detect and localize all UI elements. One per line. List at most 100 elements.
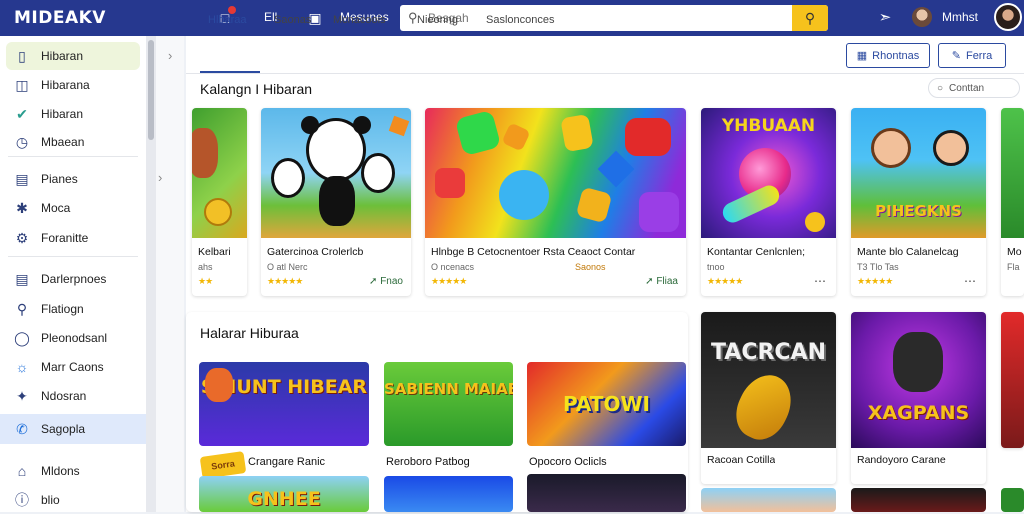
- rating-stars: ★★★★★: [267, 276, 303, 286]
- tab-mcnacoois[interactable]: Mcnacoois: [333, 14, 386, 26]
- coin-icon: [805, 212, 825, 232]
- sidebar-item-foranitte[interactable]: ⚙ Foranitte: [6, 224, 140, 252]
- check-icon: ✔: [16, 105, 28, 122]
- game-card[interactable]: YHBUAAN Kontantar Cenlcnlen; tnoo ★★★★★ …: [701, 108, 836, 296]
- sidebar-item-label: Pianes: [41, 172, 78, 186]
- game-thumbnail: [261, 108, 411, 238]
- game-card[interactable]: [1001, 312, 1024, 448]
- sidebar-item-pianes[interactable]: ▤ Pianes: [6, 165, 140, 193]
- chevron-right-icon[interactable]: ›: [158, 170, 162, 185]
- list-icon: ▤: [15, 170, 29, 187]
- rhontnas-button[interactable]: ▦ Rhontnas: [846, 43, 930, 68]
- sidebar-item-hibarana[interactable]: ◫ Hibarana: [6, 71, 140, 99]
- game-tile[interactable]: [851, 488, 986, 512]
- gear-icon: ✱: [16, 199, 28, 216]
- game-title: Randoyoro Carane: [857, 454, 946, 466]
- character-art: [871, 128, 911, 168]
- game-meta: ahs: [198, 262, 213, 272]
- game-tile[interactable]: [701, 488, 836, 512]
- sidebar-item-moca[interactable]: ✱ Moca: [6, 194, 140, 222]
- sidebar-item-ndosran[interactable]: ✦ Ndosran: [6, 382, 140, 410]
- tab-saonas[interactable]: Saonas: [274, 14, 311, 26]
- sidebar-item-hibaran[interactable]: ▯ Hibaran: [6, 42, 140, 70]
- home-icon: ⌂: [17, 463, 27, 479]
- gem-art: [501, 122, 531, 152]
- sidebar-item-sagopla[interactable]: ✆ Sagopla: [0, 414, 146, 444]
- user-name[interactable]: Mmhst: [942, 10, 978, 24]
- game-tile[interactable]: SAIUNT HIBEAR: [199, 362, 369, 446]
- game-tile[interactable]: PATOWI: [527, 362, 686, 446]
- search-button[interactable]: ⚲: [792, 5, 828, 31]
- sidebar-item-label: Foranitte: [41, 231, 89, 245]
- more-options-icon[interactable]: ⋯: [964, 274, 976, 288]
- game-tile[interactable]: [384, 476, 513, 512]
- search-bar: ⚲ ⚲: [400, 5, 828, 31]
- user-avatar[interactable]: [912, 7, 932, 27]
- sidebar-item-hibaran-2[interactable]: ✔ Hibaran: [6, 100, 140, 128]
- chevron-right-icon[interactable]: ›: [168, 48, 172, 63]
- tab-nieonng[interactable]: Nieonng: [417, 14, 458, 26]
- game-tile[interactable]: [527, 474, 686, 512]
- sidebar-item-label: Mldons: [41, 464, 80, 478]
- tag-icon: ⚙: [15, 229, 29, 246]
- decor-art: [388, 115, 410, 137]
- game-meta: O ncenacs: [431, 262, 475, 272]
- game-logo-text: GNHEE: [247, 488, 321, 510]
- share-icon[interactable]: ➣: [876, 9, 894, 27]
- bookmark-icon: ▯: [18, 47, 26, 64]
- play-link[interactable]: ➚ Fnao: [369, 276, 403, 287]
- panda-small-art: [271, 158, 305, 198]
- sidebar-item-flatiogn[interactable]: ⚲ Flatiogn: [6, 295, 140, 323]
- game-card[interactable]: Kelbari ahs ★★: [192, 108, 247, 296]
- game-logo-text: SABIENN MAIAEE: [384, 380, 513, 398]
- search-icon: ⚲: [804, 9, 816, 26]
- game-card[interactable]: PIHEGKNS Mante blo Calanelcag T3 Tlo Tas…: [851, 108, 986, 296]
- sidebar-item-mldons[interactable]: ⌂ Mldons: [6, 457, 140, 485]
- sidebar-item-blio[interactable]: ⓘ blio: [6, 486, 140, 514]
- sidebar-item-darlerpnoes[interactable]: ▤ Darlerpnoes: [6, 265, 140, 293]
- tile-label[interactable]: Opocoro Oclicls: [529, 456, 607, 468]
- tile-label[interactable]: Crangare Ranic: [248, 456, 325, 468]
- tab-saslonconces[interactable]: Saslonconces: [486, 14, 555, 26]
- game-tile[interactable]: SABIENN MAIAEE: [384, 362, 513, 446]
- game-tile[interactable]: GNHEE: [199, 476, 369, 512]
- game-card[interactable]: Gatercinoa Crolerlcb O atl Nerc ★★★★★ ➚ …: [261, 108, 411, 296]
- ferra-button[interactable]: ✎ Ferra: [938, 43, 1006, 68]
- game-card[interactable]: Hlnbge B Cetocnentoer Rsta Ceaoct Contar…: [425, 108, 686, 296]
- sidebar-item-marr-caons[interactable]: ☼ Marr Caons: [6, 353, 140, 381]
- sidebar-item-mbaean[interactable]: ◷ Mbaean: [6, 128, 140, 156]
- sidebar-item-pleonodsanl[interactable]: ◯ Pleonodsanl: [6, 324, 140, 352]
- collapse-column: [156, 36, 184, 512]
- profile-avatar[interactable]: [994, 3, 1022, 31]
- play-link[interactable]: ➚ Fliaa: [645, 276, 678, 287]
- circle-icon: ○: [937, 82, 944, 94]
- game-logo-text: YHBUAAN: [721, 116, 816, 136]
- scrollbar-thumb[interactable]: [148, 40, 154, 140]
- sidebar-item-label: Mbaean: [41, 135, 85, 149]
- filter-chip[interactable]: ○ Conttan: [928, 78, 1020, 98]
- search-input[interactable]: [400, 5, 792, 31]
- game-title: Racoan Cotilla: [707, 454, 776, 466]
- game-meta: T3 Tlo Tas: [857, 262, 899, 272]
- game-card[interactable]: Mo Fla: [1001, 108, 1024, 296]
- sidebar-item-label: Marr Caons: [41, 360, 104, 374]
- info-icon: ⓘ: [15, 492, 29, 508]
- play-label: Fliaa: [656, 276, 678, 287]
- gem-art: [575, 186, 613, 224]
- panda-body: [319, 176, 355, 226]
- game-card[interactable]: XAGPANS Randoyoro Carane: [851, 312, 986, 484]
- sidebar-item-label: Ndosran: [41, 389, 87, 403]
- projectile-art: [727, 366, 801, 448]
- sidebar-item-label: Flatiogn: [41, 302, 84, 316]
- app-logo[interactable]: MIDEAKV: [14, 8, 106, 28]
- panda-ear: [301, 116, 319, 134]
- more-options-icon[interactable]: ⋯: [814, 274, 826, 288]
- game-tile[interactable]: [1001, 488, 1024, 512]
- rating-stars: ★★★★★: [707, 276, 743, 286]
- tab-hlbaraa[interactable]: Hlbaraa: [208, 14, 247, 26]
- tile-label[interactable]: Reroboro Patbog: [386, 456, 470, 468]
- game-card[interactable]: TACRCAN Racoan Cotilla: [701, 312, 836, 484]
- sidebar-item-label: Hibaran: [41, 49, 84, 63]
- character-art: [192, 128, 218, 178]
- sidebar-item-label: Hibaran: [41, 107, 84, 121]
